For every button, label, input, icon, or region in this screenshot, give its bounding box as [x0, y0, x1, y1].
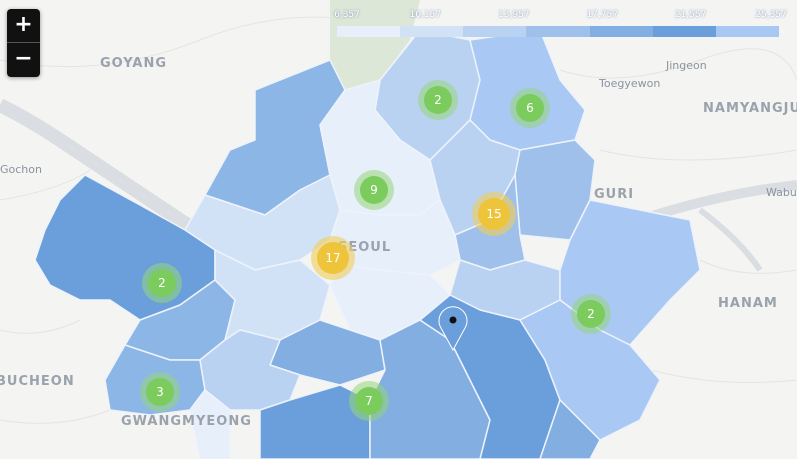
- legend-tick-label: 10,157: [409, 10, 442, 20]
- cluster-count: 6: [516, 94, 544, 122]
- legend-tick-label: 13,957: [498, 10, 530, 20]
- place-label-toegyewon: Toegyewon: [599, 77, 661, 90]
- place-label-hanam: HANAM: [718, 296, 778, 311]
- zoom-in-button[interactable]: +: [7, 9, 40, 42]
- marker-cluster[interactable]: 9: [354, 170, 394, 210]
- cluster-count: 3: [146, 378, 174, 406]
- cluster-count: 17: [317, 242, 349, 274]
- marker-cluster[interactable]: 3: [140, 372, 180, 412]
- legend-swatch: [652, 26, 716, 37]
- legend-tick-label: 25,357: [755, 10, 787, 20]
- zoom-out-button[interactable]: −: [7, 43, 40, 76]
- legend-tick-label: 21,557: [674, 10, 707, 20]
- marker-cluster[interactable]: 7: [349, 381, 389, 421]
- color-legend: 6,357 10,157 13,957 17,757 21,557 25,357: [334, 10, 787, 40]
- marker-cluster[interactable]: 2: [571, 294, 611, 334]
- legend-swatch: [715, 26, 779, 37]
- marker-cluster[interactable]: 6: [510, 88, 550, 128]
- legend-swatch: [337, 26, 401, 37]
- legend-swatch: [589, 26, 653, 37]
- place-label-jingeon: Jingeon: [666, 59, 707, 72]
- place-label-wabu: Wabu: [766, 186, 797, 199]
- marker-cluster[interactable]: 2: [142, 263, 182, 303]
- place-label-gochon: Gochon: [0, 163, 42, 176]
- legend-swatch: [463, 26, 527, 37]
- place-label-guri: GURI: [594, 187, 635, 202]
- cluster-count: 15: [478, 198, 510, 230]
- place-label-bucheon: BUCHEON: [0, 374, 75, 389]
- legend-swatch: [400, 26, 464, 37]
- cluster-count: 2: [148, 269, 176, 297]
- cluster-count: 9: [360, 176, 388, 204]
- marker-cluster[interactable]: 2: [418, 80, 458, 120]
- legend-swatch: [526, 26, 590, 37]
- place-label-gwangmyeong: GWANGMYEONG: [121, 414, 252, 429]
- cluster-count: 2: [577, 300, 605, 328]
- place-label-namyangju: NAMYANGJU: [703, 101, 797, 116]
- marker-cluster[interactable]: 15: [472, 192, 516, 236]
- zoom-control: + −: [7, 9, 40, 77]
- marker-cluster[interactable]: 17: [311, 236, 355, 280]
- cluster-count: 2: [424, 86, 452, 114]
- legend-tick-label: 17,757: [586, 10, 618, 20]
- place-label-goyang: GOYANG: [100, 56, 168, 71]
- cluster-count: 7: [355, 387, 383, 415]
- legend-tick-label: 6,357: [334, 10, 360, 20]
